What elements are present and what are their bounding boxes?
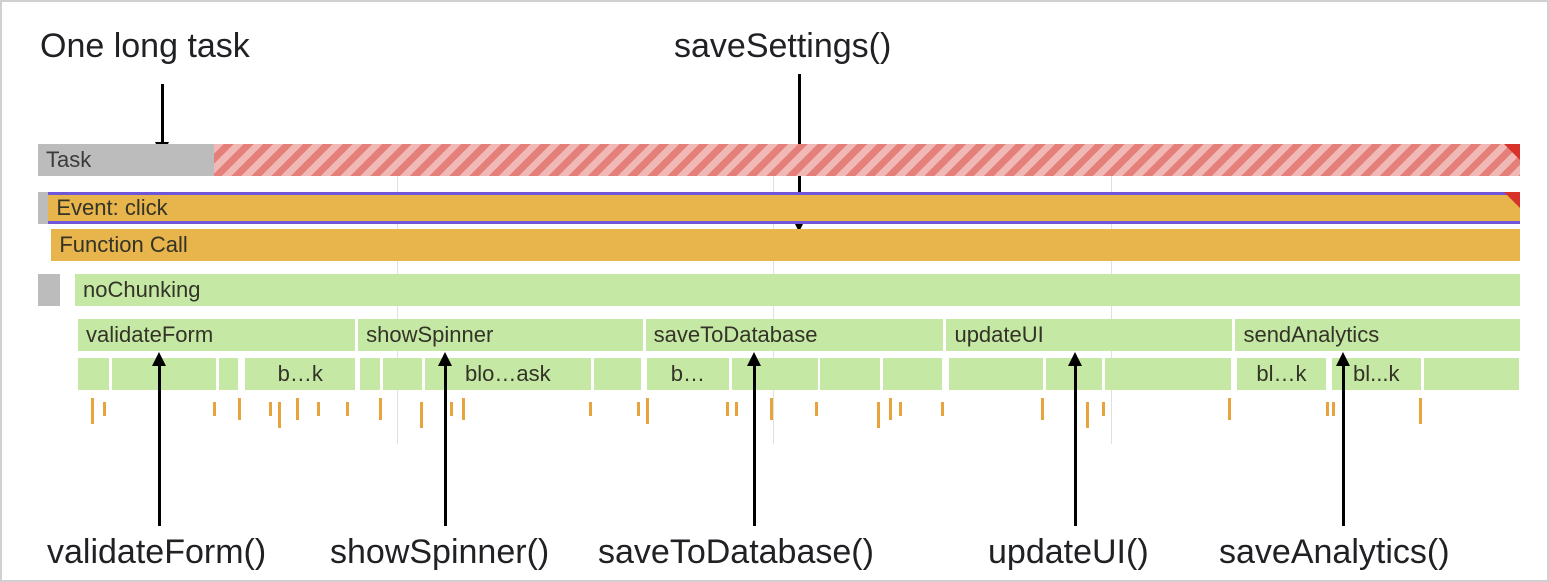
devtools-flamechart-annotated: One long task saveSettings() Task Event:… — [0, 0, 1549, 582]
flame-row-nochunking[interactable]: noChunking — [38, 274, 1520, 306]
flame-row-ticks — [38, 396, 1520, 432]
flame-row-function-call[interactable]: Function Call — [38, 229, 1520, 261]
tick — [213, 402, 216, 416]
tick — [735, 402, 738, 416]
tick — [462, 398, 465, 420]
tick — [317, 402, 320, 416]
nochunking-prefix-grey — [38, 274, 60, 306]
micro-block-4[interactable] — [360, 358, 381, 390]
tick — [278, 402, 281, 428]
tick — [103, 402, 106, 416]
tick — [420, 402, 423, 428]
micro-block-15[interactable]: bl…k — [1237, 358, 1326, 390]
tick — [1228, 398, 1231, 420]
flame-row-microblocks[interactable]: b…kblo…askb…bl…kbl...k — [38, 358, 1520, 390]
tick — [637, 402, 640, 416]
tick — [1041, 398, 1044, 420]
tick — [815, 402, 818, 416]
tick — [1326, 402, 1329, 416]
tick — [1086, 402, 1089, 428]
long-event-corner-icon — [1504, 192, 1520, 208]
micro-block-2[interactable] — [219, 358, 238, 390]
annotation-save-analytics: saveAnalytics() — [1219, 532, 1450, 573]
micro-block-14[interactable] — [1105, 358, 1231, 390]
micro-block-12[interactable] — [949, 358, 1042, 390]
annotation-validate-form: validateForm() — [47, 532, 266, 573]
flame-row-children[interactable]: validateFormshowSpinnersaveToDatabaseupd… — [38, 319, 1520, 351]
task-bar-slow — [214, 144, 1520, 176]
tick — [269, 402, 272, 416]
tick — [379, 398, 382, 420]
annotation-save-to-database: saveToDatabase() — [598, 532, 874, 573]
micro-block-8[interactable]: b… — [647, 358, 729, 390]
tick — [646, 398, 649, 424]
flame-row-event[interactable]: Event: click — [38, 192, 1520, 224]
nochunking-bar: noChunking — [75, 274, 1520, 306]
event-prefix-grey — [38, 192, 48, 224]
micro-block-9[interactable] — [732, 358, 818, 390]
tick — [726, 402, 729, 416]
micro-block-10[interactable] — [820, 358, 879, 390]
flame-row-task[interactable]: Task — [38, 144, 1520, 176]
child-call-updateUI[interactable]: updateUI — [946, 319, 1232, 351]
child-call-showSpinner[interactable]: showSpinner — [358, 319, 643, 351]
flame-chart: Task Event: click Function Call noChunki… — [38, 144, 1520, 409]
child-call-validateForm[interactable]: validateForm — [78, 319, 355, 351]
task-bar-fast: Task — [38, 144, 214, 176]
tick — [1419, 398, 1422, 424]
child-call-sendAnalytics[interactable]: sendAnalytics — [1235, 319, 1520, 351]
tick — [877, 402, 880, 428]
event-click-bar: Event: click — [48, 192, 1520, 224]
tick — [889, 398, 892, 420]
tick — [238, 398, 241, 420]
annotation-update-ui: updateUI() — [988, 532, 1149, 573]
micro-block-7[interactable] — [594, 358, 641, 390]
tick — [941, 402, 944, 416]
annotation-one-long-task: One long task — [40, 26, 250, 67]
tick — [1102, 402, 1105, 416]
tick — [296, 398, 299, 420]
tick — [899, 402, 902, 416]
function-call-bar: Function Call — [51, 229, 1520, 261]
micro-block-5[interactable] — [383, 358, 422, 390]
tick — [450, 402, 453, 416]
annotation-save-settings: saveSettings() — [674, 26, 891, 67]
micro-block-3[interactable]: b…k — [245, 358, 355, 390]
annotation-show-spinner: showSpinner() — [330, 532, 549, 573]
micro-block-11[interactable] — [883, 358, 942, 390]
tick — [589, 402, 592, 416]
tick — [770, 398, 773, 420]
long-task-corner-icon — [1504, 144, 1520, 160]
child-call-saveToDatabase[interactable]: saveToDatabase — [646, 319, 944, 351]
tick — [91, 398, 94, 424]
tick — [346, 402, 349, 416]
micro-block-17[interactable] — [1424, 358, 1519, 390]
tick — [1332, 402, 1335, 416]
micro-block-0[interactable] — [78, 358, 109, 390]
